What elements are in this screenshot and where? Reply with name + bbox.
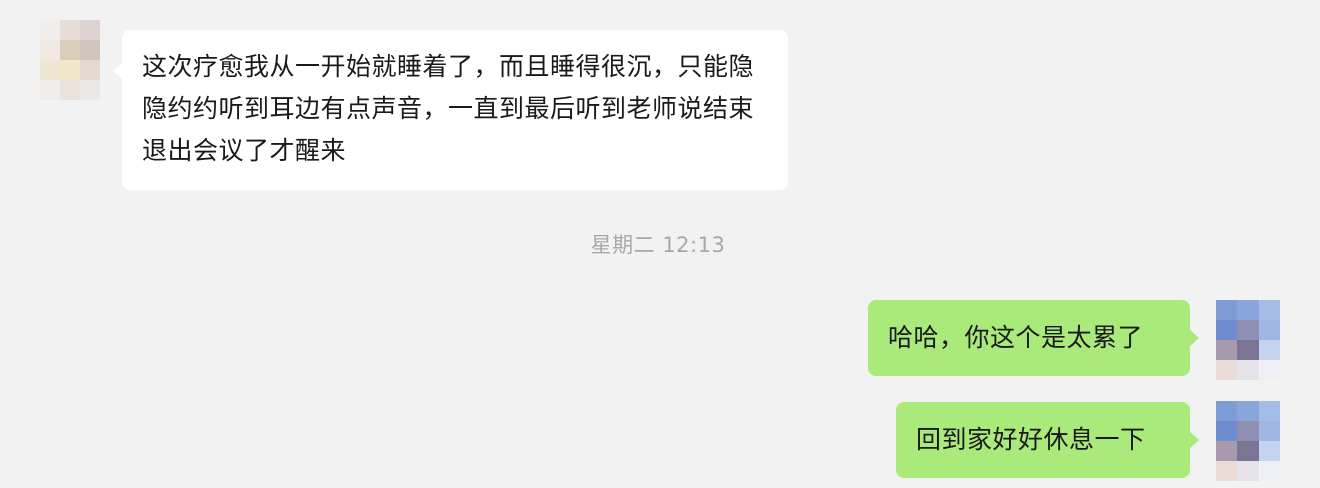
message-text: 哈哈，你这个是太累了 <box>888 323 1144 352</box>
outgoing-message-bubble[interactable]: 回到家好好休息一下 <box>896 402 1199 478</box>
message-text: 回到家好好休息一下 <box>916 425 1146 454</box>
contact-avatar[interactable] <box>40 20 100 100</box>
outgoing-message-bubble[interactable]: 哈哈，你这个是太累了 <box>868 300 1199 376</box>
self-avatar[interactable] <box>1216 300 1280 380</box>
self-avatar[interactable] <box>1216 401 1280 481</box>
incoming-message-bubble[interactable]: 这次疗愈我从一开始就睡着了，而且睡得很沉，只能隐隐约约听到耳边有点声音，一直到最… <box>113 30 788 190</box>
message-timestamp: 星期二 12:13 <box>590 233 726 257</box>
message-text: 这次疗愈我从一开始就睡着了，而且睡得很沉，只能隐隐约约听到耳边有点声音，一直到最… <box>142 52 755 165</box>
